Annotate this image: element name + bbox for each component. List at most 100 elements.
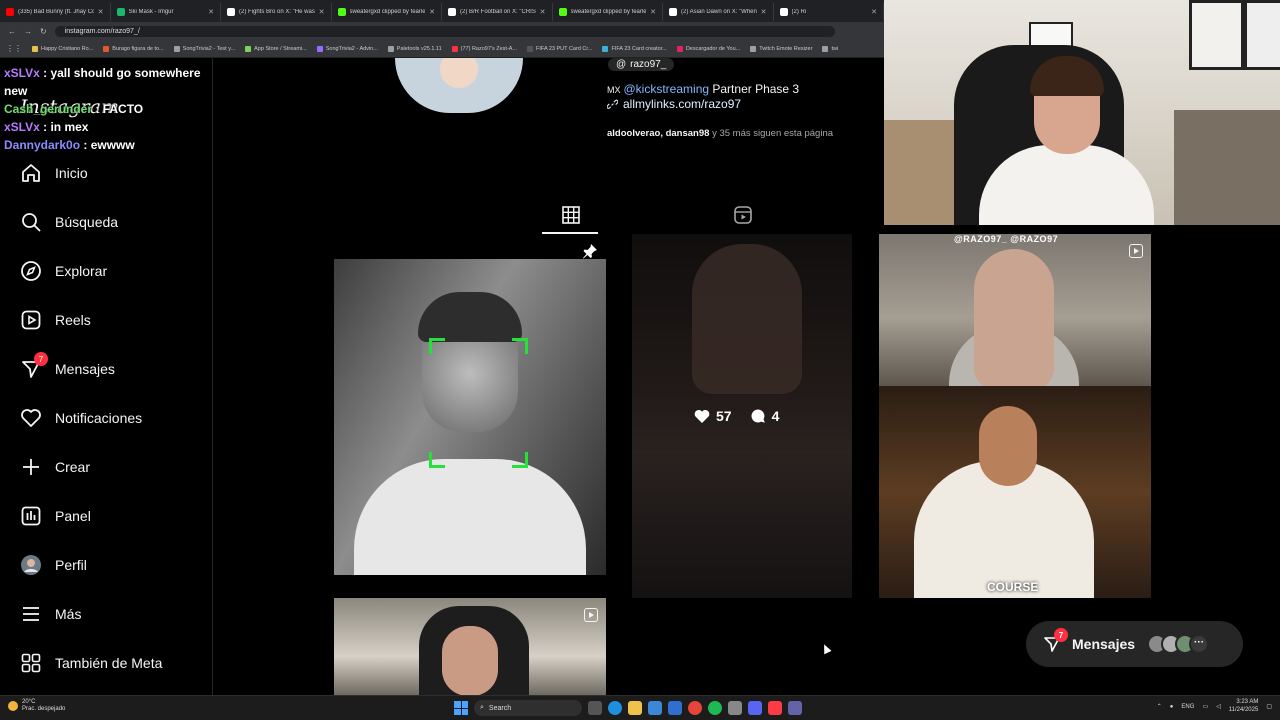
sidebar-item-8[interactable]: Panel <box>20 505 91 527</box>
bookmark-item[interactable]: Twitch Emote Resizer <box>750 45 812 52</box>
windows-start-icon[interactable] <box>454 701 468 715</box>
threads-handle-chip[interactable]: @ razo97_ <box>608 58 675 71</box>
profile-avatar[interactable] <box>395 58 523 113</box>
forward-icon[interactable]: → <box>24 27 32 36</box>
bio-mention-link[interactable]: @kickstreaming <box>624 82 710 96</box>
bookmark-item[interactable]: FIFA 23 PUT Card Cr... <box>527 45 593 52</box>
spotify-icon[interactable] <box>708 701 722 715</box>
profile-link-row[interactable]: allmylinks.com/razo97 <box>607 97 741 111</box>
bookmark-item[interactable]: FIFA 23 Card creator... <box>602 45 667 52</box>
post-reel-hover[interactable]: 57 4 <box>632 234 852 598</box>
sidebar-item-label: Reels <box>55 312 91 328</box>
face-frame-corner <box>429 338 445 354</box>
taskbar-search[interactable]: ⌕ Search <box>474 700 582 716</box>
recent-chat-avatars: ··· <box>1147 634 1210 654</box>
bookmark-item[interactable]: Burago figura de to... <box>103 45 164 52</box>
sidebar-item-4[interactable]: Reels <box>20 309 91 331</box>
reload-icon[interactable]: ↻ <box>40 27 47 36</box>
browser-tab[interactable]: (2) B/R Football on X: "CRISTIA ✕ <box>442 3 553 21</box>
post-pinned-portrait[interactable] <box>334 234 606 575</box>
bookmark-item[interactable]: Descargador de You... <box>676 45 740 52</box>
sidebar-item-2[interactable]: Búsqueda <box>20 211 118 233</box>
network-icon[interactable]: ▭ <box>1202 703 1208 710</box>
messages-pill[interactable]: 7 Mensajes ··· <box>1026 621 1243 667</box>
sidebar-item-9[interactable]: Perfil <box>20 554 87 576</box>
browser-tab[interactable]: sweatergxd clipped by fearless ✕ <box>332 3 442 21</box>
comments-stat: 4 <box>750 408 779 424</box>
browser-tab[interactable]: (2) Ri ✕ <box>774 3 884 21</box>
clock[interactable]: 3:23 AM 11/24/2025 <box>1229 699 1259 715</box>
apps-icon[interactable]: ⋮⋮ <box>6 44 22 53</box>
browser-tab[interactable]: (2) Asian Dawn on X: "When yo ✕ <box>663 3 774 21</box>
close-icon[interactable]: ✕ <box>540 8 546 16</box>
tray-overflow-icon[interactable]: ⌃ <box>1157 703 1162 710</box>
sidebar-item-6[interactable]: Notificaciones <box>20 407 142 429</box>
close-icon[interactable]: ✕ <box>761 8 767 16</box>
post-interview-clip[interactable]: COURSE <box>879 386 1151 598</box>
settings-icon[interactable] <box>728 701 742 715</box>
bookmark-item[interactable]: SongTrivia2 - Advin... <box>316 45 378 52</box>
bookmark-item[interactable]: SongTrivia2 - Test y... <box>173 45 235 52</box>
browser-tab[interactable]: (335) Bad Bunny (ft. Jhay Corte ✕ <box>0 3 111 21</box>
music-icon[interactable] <box>768 701 782 715</box>
sidebar-item-5[interactable]: 7 Mensajes <box>20 352 115 380</box>
profile-link[interactable]: allmylinks.com/razo97 <box>623 97 741 111</box>
close-icon[interactable]: ✕ <box>319 8 325 16</box>
sidebar-item-10[interactable]: Más <box>20 603 81 625</box>
discord-icon[interactable] <box>748 701 762 715</box>
close-icon[interactable]: ✕ <box>429 8 435 16</box>
notifications-icon[interactable]: ▢ <box>1266 703 1272 710</box>
browser-tab[interactable]: Ski Mask - Imgur ✕ <box>111 3 221 21</box>
weather-widget[interactable]: 20°C Prac. despejado <box>8 699 65 713</box>
reel-indicator-icon <box>1129 244 1143 258</box>
bookmark-item[interactable]: Paletools v25.1.11 <box>387 45 442 52</box>
search-icon: ⌕ <box>480 704 484 711</box>
photos-icon[interactable] <box>648 701 662 715</box>
bookmark-label: FIFA 23 Card creator... <box>611 45 667 52</box>
close-icon[interactable]: ✕ <box>98 8 104 16</box>
teams-icon[interactable] <box>788 701 802 715</box>
tab-title: (2) Asian Dawn on X: "When yo <box>681 9 757 15</box>
store-icon[interactable] <box>668 701 682 715</box>
bookmark-label: FIFA 23 PUT Card Cr... <box>536 45 593 52</box>
face-frame-corner <box>512 452 528 468</box>
close-icon[interactable]: ✕ <box>871 8 877 16</box>
bookmark-item[interactable]: (77) Razo97's Zest-A... <box>451 45 517 52</box>
posts-grid-icon[interactable] <box>561 205 581 225</box>
edge-icon[interactable] <box>608 701 622 715</box>
post-stream-clip[interactable]: @RAZO97_ @RAZO97 <box>879 234 1151 386</box>
webcam-wall-frame <box>1244 0 1280 70</box>
dashboard-icon <box>20 505 42 527</box>
sidebar-item-11[interactable]: También de Meta <box>20 652 162 674</box>
reels-tab-icon[interactable] <box>733 205 753 225</box>
sidebar-item-3[interactable]: Explorar <box>20 260 107 282</box>
chrome-icon[interactable] <box>688 701 702 715</box>
close-icon[interactable]: ✕ <box>208 8 214 16</box>
volume-icon[interactable]: ◁ <box>1216 703 1221 710</box>
browser-tab[interactable]: (2) Fights Bro on X: "He was fe ✕ <box>221 3 332 21</box>
webcam-shelf-shape <box>1174 110 1280 225</box>
sidebar-item-label: También de Meta <box>55 655 163 671</box>
keyboard-language[interactable]: ENG <box>1181 704 1194 710</box>
address-bar: ← → ↻ instagram.com/razo97_/ <box>0 22 884 40</box>
bookmark-item[interactable]: Happy Cristiano Ro... <box>32 45 93 52</box>
url-input[interactable]: instagram.com/razo97_/ <box>54 25 835 37</box>
followed-by[interactable]: aldoolverao, dansan98 y 35 más siguen es… <box>607 128 833 139</box>
browser-tab[interactable]: sweatergxd clipped by fearless ✕ <box>553 3 663 21</box>
bookmark-favicon <box>451 45 458 52</box>
microphone-icon[interactable]: ● <box>1170 704 1174 710</box>
post-person-shape <box>974 249 1054 386</box>
bookmark-favicon <box>32 45 38 52</box>
sidebar-item-7[interactable]: Crear <box>20 456 90 478</box>
avatar-icon <box>20 554 42 576</box>
bookmark-item[interactable]: twi <box>822 45 838 52</box>
close-icon[interactable]: ✕ <box>650 8 656 16</box>
post-gaming-chair[interactable] <box>334 598 606 695</box>
task-view-icon[interactable] <box>588 701 602 715</box>
sidebar-item-1[interactable]: Inicio <box>20 162 88 184</box>
pin-icon <box>583 244 597 259</box>
back-icon[interactable]: ← <box>8 27 16 36</box>
bookmark-item[interactable]: App Store / Streami... <box>245 45 307 52</box>
tab-title: sweatergxd clipped by fearless <box>570 9 647 15</box>
file-explorer-icon[interactable] <box>628 701 642 715</box>
